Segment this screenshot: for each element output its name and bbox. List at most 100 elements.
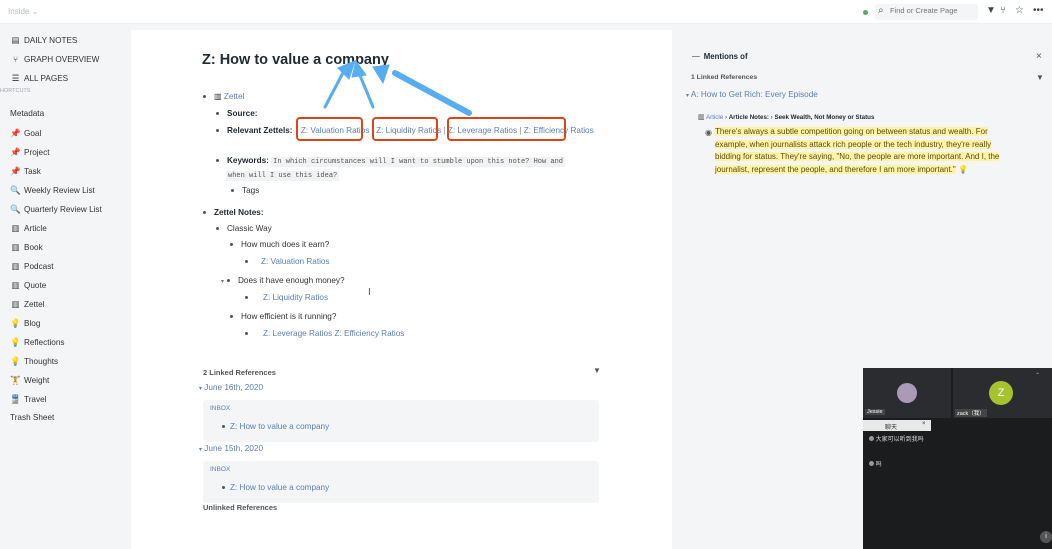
bulb-icon: 💡 xyxy=(10,318,21,328)
block-q1-link[interactable]: Z: Valuation Ratios xyxy=(245,257,330,266)
filter-icon[interactable]: ▼ xyxy=(986,5,996,17)
pin-icon: 📌 xyxy=(10,166,21,176)
block-q3[interactable]: How efficient is it running? xyxy=(230,312,336,321)
shortcut-podcast[interactable]: ▥ Podcast xyxy=(10,261,53,272)
link-leverage-ratios-2[interactable]: Z: Leverage Ratios xyxy=(263,329,332,338)
block-q2[interactable]: ▾ Does it have enough money? xyxy=(221,276,345,285)
block-zettel-tag[interactable]: ▥ Zettel xyxy=(203,92,244,101)
more-icon[interactable]: ••• xyxy=(1033,5,1044,17)
filter-icon[interactable]: ▼ xyxy=(593,366,601,375)
linked-count-label: 1 Linked References xyxy=(691,74,758,81)
breadcrumb: ▥ Article › Article Notes: › Seek Wealth… xyxy=(698,114,875,121)
shortcut-quarterly-review[interactable]: 🔍 Quarterly Review List xyxy=(10,204,102,215)
shortcut-quote[interactable]: ▥ Quote xyxy=(10,280,46,291)
link-liquidity-ratios-2[interactable]: Z: Liquidity Ratios xyxy=(263,293,328,302)
reference-card-2: INBOX Z: How to value a company xyxy=(203,461,599,503)
annotation-arrows xyxy=(323,59,472,116)
expand-icon[interactable]: ⌃ xyxy=(1035,372,1040,379)
collapse-caret-icon[interactable]: ▾ xyxy=(221,279,224,285)
zettel-tag-link[interactable]: Zettel xyxy=(224,92,244,101)
inbox-tag[interactable]: INBOX xyxy=(210,466,230,473)
weight-icon: 🏋 xyxy=(10,375,21,385)
main-page: Z: How to value a company ▥ Zettel Sourc… xyxy=(131,30,672,549)
shortcut-metadata[interactable]: Metadata xyxy=(10,109,44,118)
book-icon: ▥ xyxy=(11,280,20,290)
pin-icon: 📌 xyxy=(10,147,21,157)
mentions-header: — Mentions of xyxy=(692,52,748,61)
graph-switcher[interactable]: Inside ⌄ xyxy=(8,7,38,16)
info-icon[interactable]: i xyxy=(1040,531,1052,543)
book-icon: ▥ xyxy=(11,299,20,309)
shortcut-travel[interactable]: 🚆 Travel xyxy=(10,394,46,405)
shortcut-thoughts[interactable]: 💡 Thoughts xyxy=(10,356,58,367)
shortcut-blog[interactable]: 💡 Blog xyxy=(10,318,40,329)
close-icon[interactable]: × xyxy=(922,421,926,427)
nav-all-pages[interactable]: ☰ ALL PAGES xyxy=(10,73,68,84)
block-zettel-notes[interactable]: Zettel Notes: xyxy=(203,208,264,217)
magnifier-icon: 🔍 xyxy=(10,185,21,195)
top-bar: Inside ⌄ ⌕ ▼ ⑂ ☆ ••• xyxy=(0,0,1052,24)
shortcut-reflections[interactable]: 💡 Reflections xyxy=(10,337,64,348)
chat-header: 聊天 × xyxy=(863,420,931,431)
magnifier-icon: 🔍 xyxy=(10,204,21,214)
shortcut-book[interactable]: ▥ Book xyxy=(10,242,42,253)
chat-message: 大家可以听到我吗 xyxy=(869,436,929,444)
bulb-icon: 💡 xyxy=(957,164,968,174)
block-q2-link[interactable]: Z: Liquidity Ratios xyxy=(245,293,328,302)
shortcut-weight[interactable]: 🏋 Weight xyxy=(10,375,49,386)
book-icon: ▥ xyxy=(698,114,705,121)
ref-link-1[interactable]: Z: How to value a company xyxy=(230,422,329,431)
ref-date-1[interactable]: ▾ June 16th, 2020 xyxy=(199,383,263,392)
quote-block[interactable]: There's always a subtle competition goin… xyxy=(715,126,1000,176)
search-icon: ⌕ xyxy=(878,5,884,16)
avatar: Z xyxy=(989,381,1013,405)
star-icon[interactable]: ☆ xyxy=(1015,5,1024,17)
ref-link-2[interactable]: Z: How to value a company xyxy=(230,483,329,492)
block-source[interactable]: Source: xyxy=(216,109,257,118)
search-box[interactable]: ⌕ xyxy=(875,4,978,20)
shortcut-trash-sheet[interactable]: Trash Sheet xyxy=(10,413,54,422)
unlinked-references-label[interactable]: Unlinked References xyxy=(203,503,277,512)
link-efficiency-ratios-2[interactable]: Z: Efficiency Ratios xyxy=(334,329,404,338)
nav-graph-overview[interactable]: ⑂ GRAPH OVERVIEW xyxy=(10,54,99,64)
collapse-icon[interactable]: — xyxy=(692,52,700,61)
shortcut-zettel[interactable]: ▥ Zettel xyxy=(10,299,44,310)
source-page-ref[interactable]: ▾ A: How to Get Rich: Every Episode xyxy=(686,90,818,99)
calendar-icon: ▤ xyxy=(11,35,20,45)
list-icon: ☰ xyxy=(11,73,20,83)
ref-date-2[interactable]: ▾ June 15th, 2020 xyxy=(199,444,263,453)
graph-icon: ⑂ xyxy=(12,54,19,64)
block-keywords[interactable]: Keywords: In which circumstances will I … xyxy=(216,156,565,167)
shortcut-article[interactable]: ▥ Article xyxy=(10,223,46,234)
book-icon: ▥ xyxy=(11,261,20,271)
search-input[interactable] xyxy=(890,6,975,15)
reference-card-1: INBOX Z: How to value a company xyxy=(203,400,599,442)
sync-status-icon xyxy=(863,10,868,15)
book-icon: ▥ xyxy=(214,92,222,101)
book-icon: ▥ xyxy=(11,223,20,233)
block-q3-links[interactable]: Z: Leverage Ratios Z: Efficiency Ratios xyxy=(245,329,404,338)
bulb-icon: 💡 xyxy=(10,337,21,347)
nav-daily-notes[interactable]: ▤ DAILY NOTES xyxy=(10,35,77,46)
graph-icon[interactable]: ⑂ xyxy=(1000,5,1006,17)
shortcut-task[interactable]: 📌 Task xyxy=(10,166,41,177)
bullet-icon[interactable]: ◉ xyxy=(705,128,712,137)
chat-message: 吗 xyxy=(869,459,882,468)
close-icon[interactable]: × xyxy=(1036,51,1042,62)
link-valuation-ratios-2[interactable]: Z: Valuation Ratios xyxy=(261,257,330,266)
block-classic-way[interactable]: Classic Way xyxy=(216,224,272,233)
block-q1[interactable]: How much does it earn? xyxy=(230,240,329,249)
book-icon: ▥ xyxy=(11,242,20,252)
video-call-overlay: Jessie Z zack（我） ⌃ 聊天 × 大家可以听到我吗 吗 i xyxy=(863,368,1052,549)
block-tags[interactable]: Tags xyxy=(231,186,259,195)
filter-icon[interactable]: ▼ xyxy=(1036,73,1044,82)
shortcuts-label: HORTCUTS xyxy=(0,88,31,94)
shortcut-goal[interactable]: 📌 Goal xyxy=(10,128,41,139)
shortcut-project[interactable]: 📌 Project xyxy=(10,147,49,158)
travel-icon: 🚆 xyxy=(10,394,21,404)
participant-tile-1: Jessie xyxy=(863,368,951,418)
inbox-tag[interactable]: INBOX xyxy=(210,405,230,412)
bulb-icon: 💡 xyxy=(10,356,21,366)
shortcut-weekly-review[interactable]: 🔍 Weekly Review List xyxy=(10,185,95,196)
text-cursor-icon: I xyxy=(368,287,371,298)
